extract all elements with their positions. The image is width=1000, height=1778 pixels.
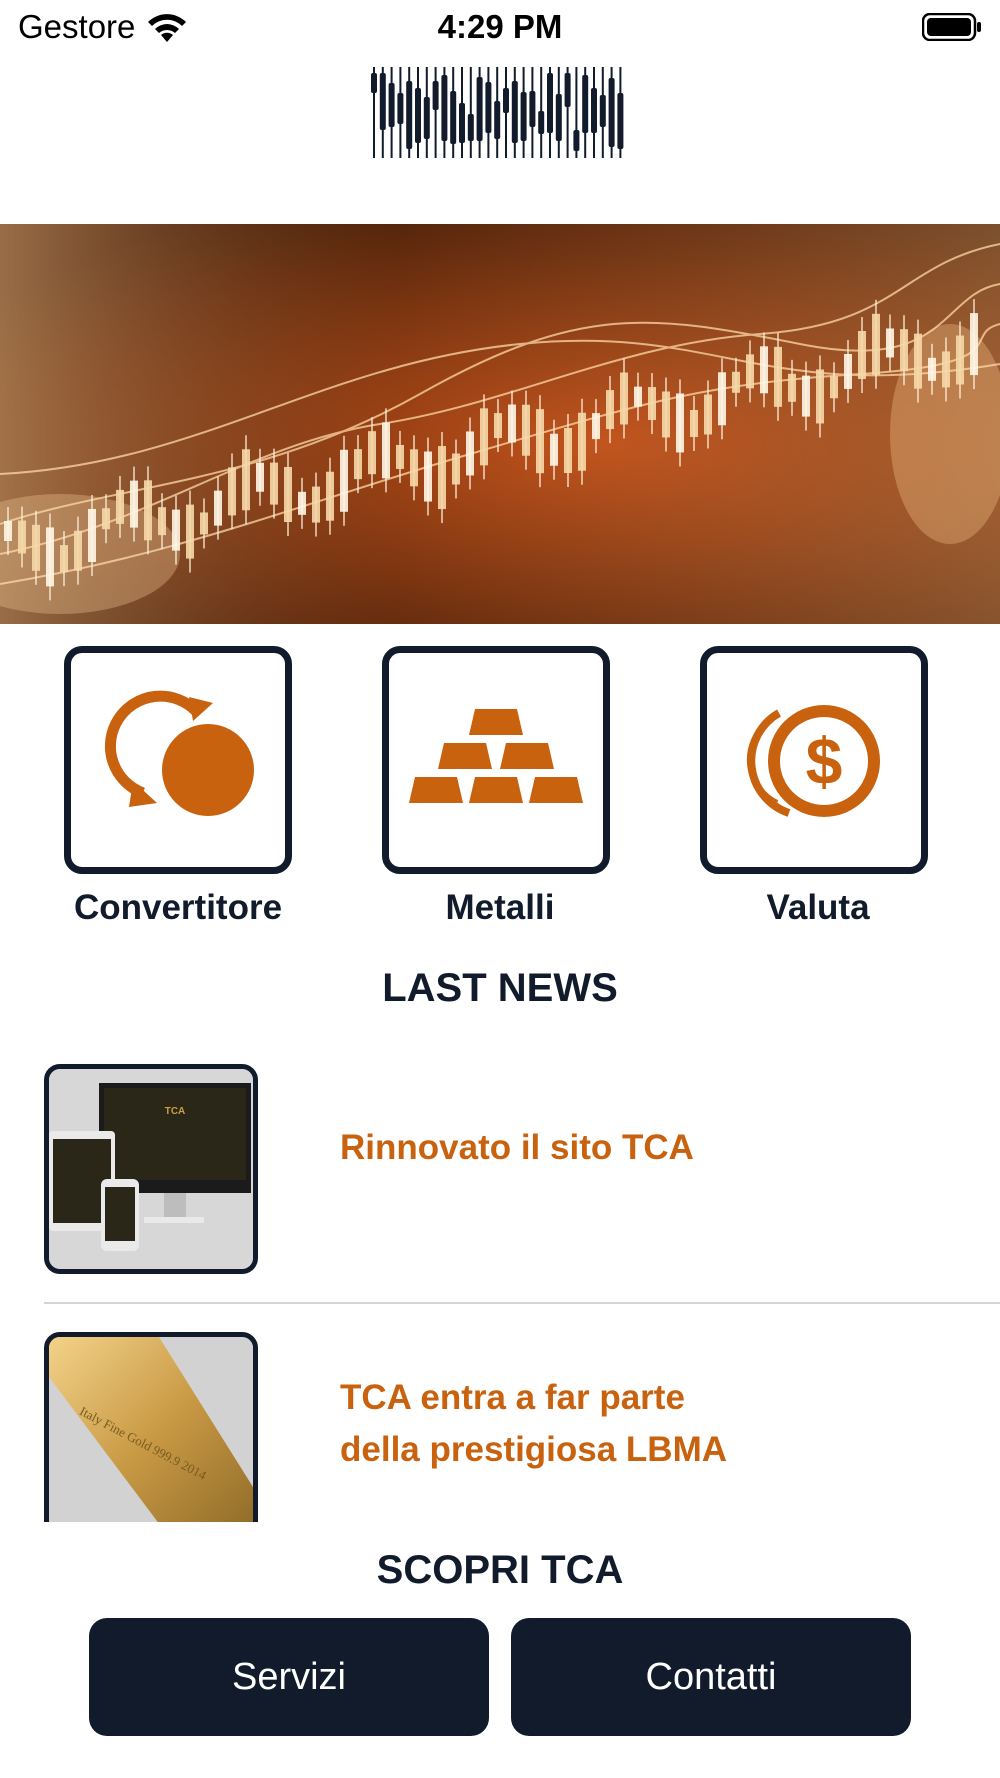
converter-label: Convertitore: [73, 888, 283, 927]
app-logo: [371, 67, 624, 158]
news-divider: [44, 1302, 1000, 1304]
converter-icon: [104, 690, 254, 816]
news-thumbnail: TCA: [44, 1064, 258, 1274]
contacts-button[interactable]: Contatti: [511, 1618, 911, 1736]
gold-bars-icon: [409, 709, 583, 803]
clock: 4:29 PM: [437, 8, 563, 45]
converter-tile[interactable]: [64, 646, 292, 874]
news-thumbnail: Italy Fine Gold 999.9 2014: [44, 1332, 258, 1522]
metals-tile[interactable]: [382, 646, 610, 874]
news-list[interactable]: TCA Rinnovato il sito TCA Italy Fine Gol…: [0, 1060, 1000, 1522]
news-title[interactable]: Rinnovato il sito TCA: [340, 1122, 770, 1174]
hero-chart-image: [0, 224, 1000, 624]
svg-text:$: $: [806, 724, 843, 798]
metals-label: Metalli: [445, 888, 555, 927]
news-item[interactable]: TCA Rinnovato il sito TCA: [44, 1060, 1000, 1274]
discover-section-title: SCOPRI TCA: [376, 1548, 624, 1592]
battery-icon: [922, 13, 981, 41]
currency-label: Valuta: [766, 888, 870, 927]
currency-tile[interactable]: $: [700, 646, 928, 874]
news-item[interactable]: Italy Fine Gold 999.9 2014 TCA entra a f…: [44, 1328, 1000, 1522]
dollar-coin-icon: $: [746, 705, 880, 817]
status-bar: Gestore 4:29 PM: [0, 0, 1000, 56]
thumb-logo-text: TCA: [165, 1106, 186, 1117]
news-title[interactable]: TCA entra a far parte della prestigiosa …: [340, 1372, 770, 1476]
services-button[interactable]: Servizi: [89, 1618, 489, 1736]
news-section-title: LAST NEWS: [382, 966, 618, 1010]
